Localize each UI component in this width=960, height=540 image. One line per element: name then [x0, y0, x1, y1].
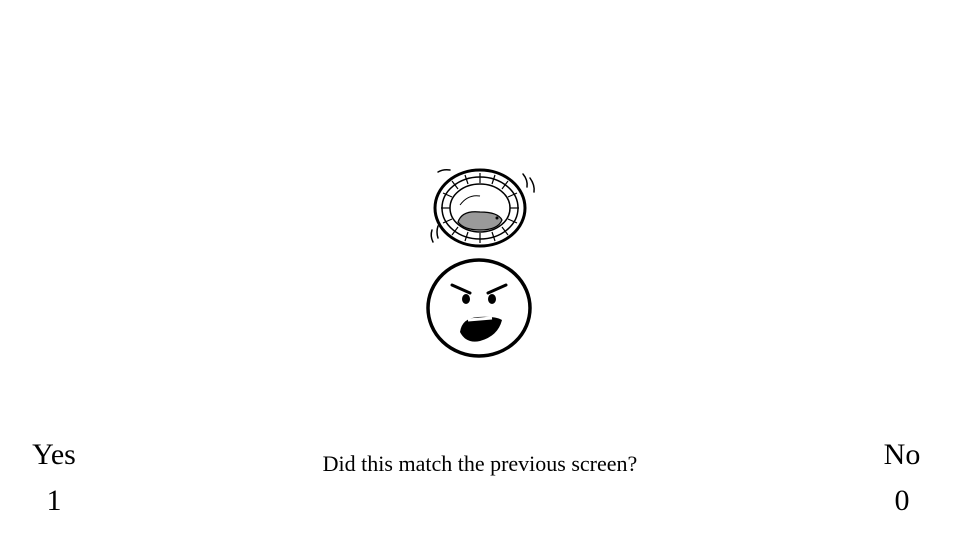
no-key: 0 [894, 484, 910, 517]
angry-face-icon [426, 258, 532, 358]
stimulus-image [380, 160, 580, 370]
no-option[interactable]: No 0 [862, 438, 942, 518]
hamster-wheel-icon [430, 168, 535, 248]
yes-key: 1 [46, 484, 62, 517]
yes-option[interactable]: Yes 1 [14, 438, 94, 518]
no-label: No [883, 438, 921, 471]
yes-label: Yes [32, 438, 76, 471]
question-text: Did this match the previous screen? [322, 451, 638, 476]
stimulus-svg [426, 168, 535, 358]
